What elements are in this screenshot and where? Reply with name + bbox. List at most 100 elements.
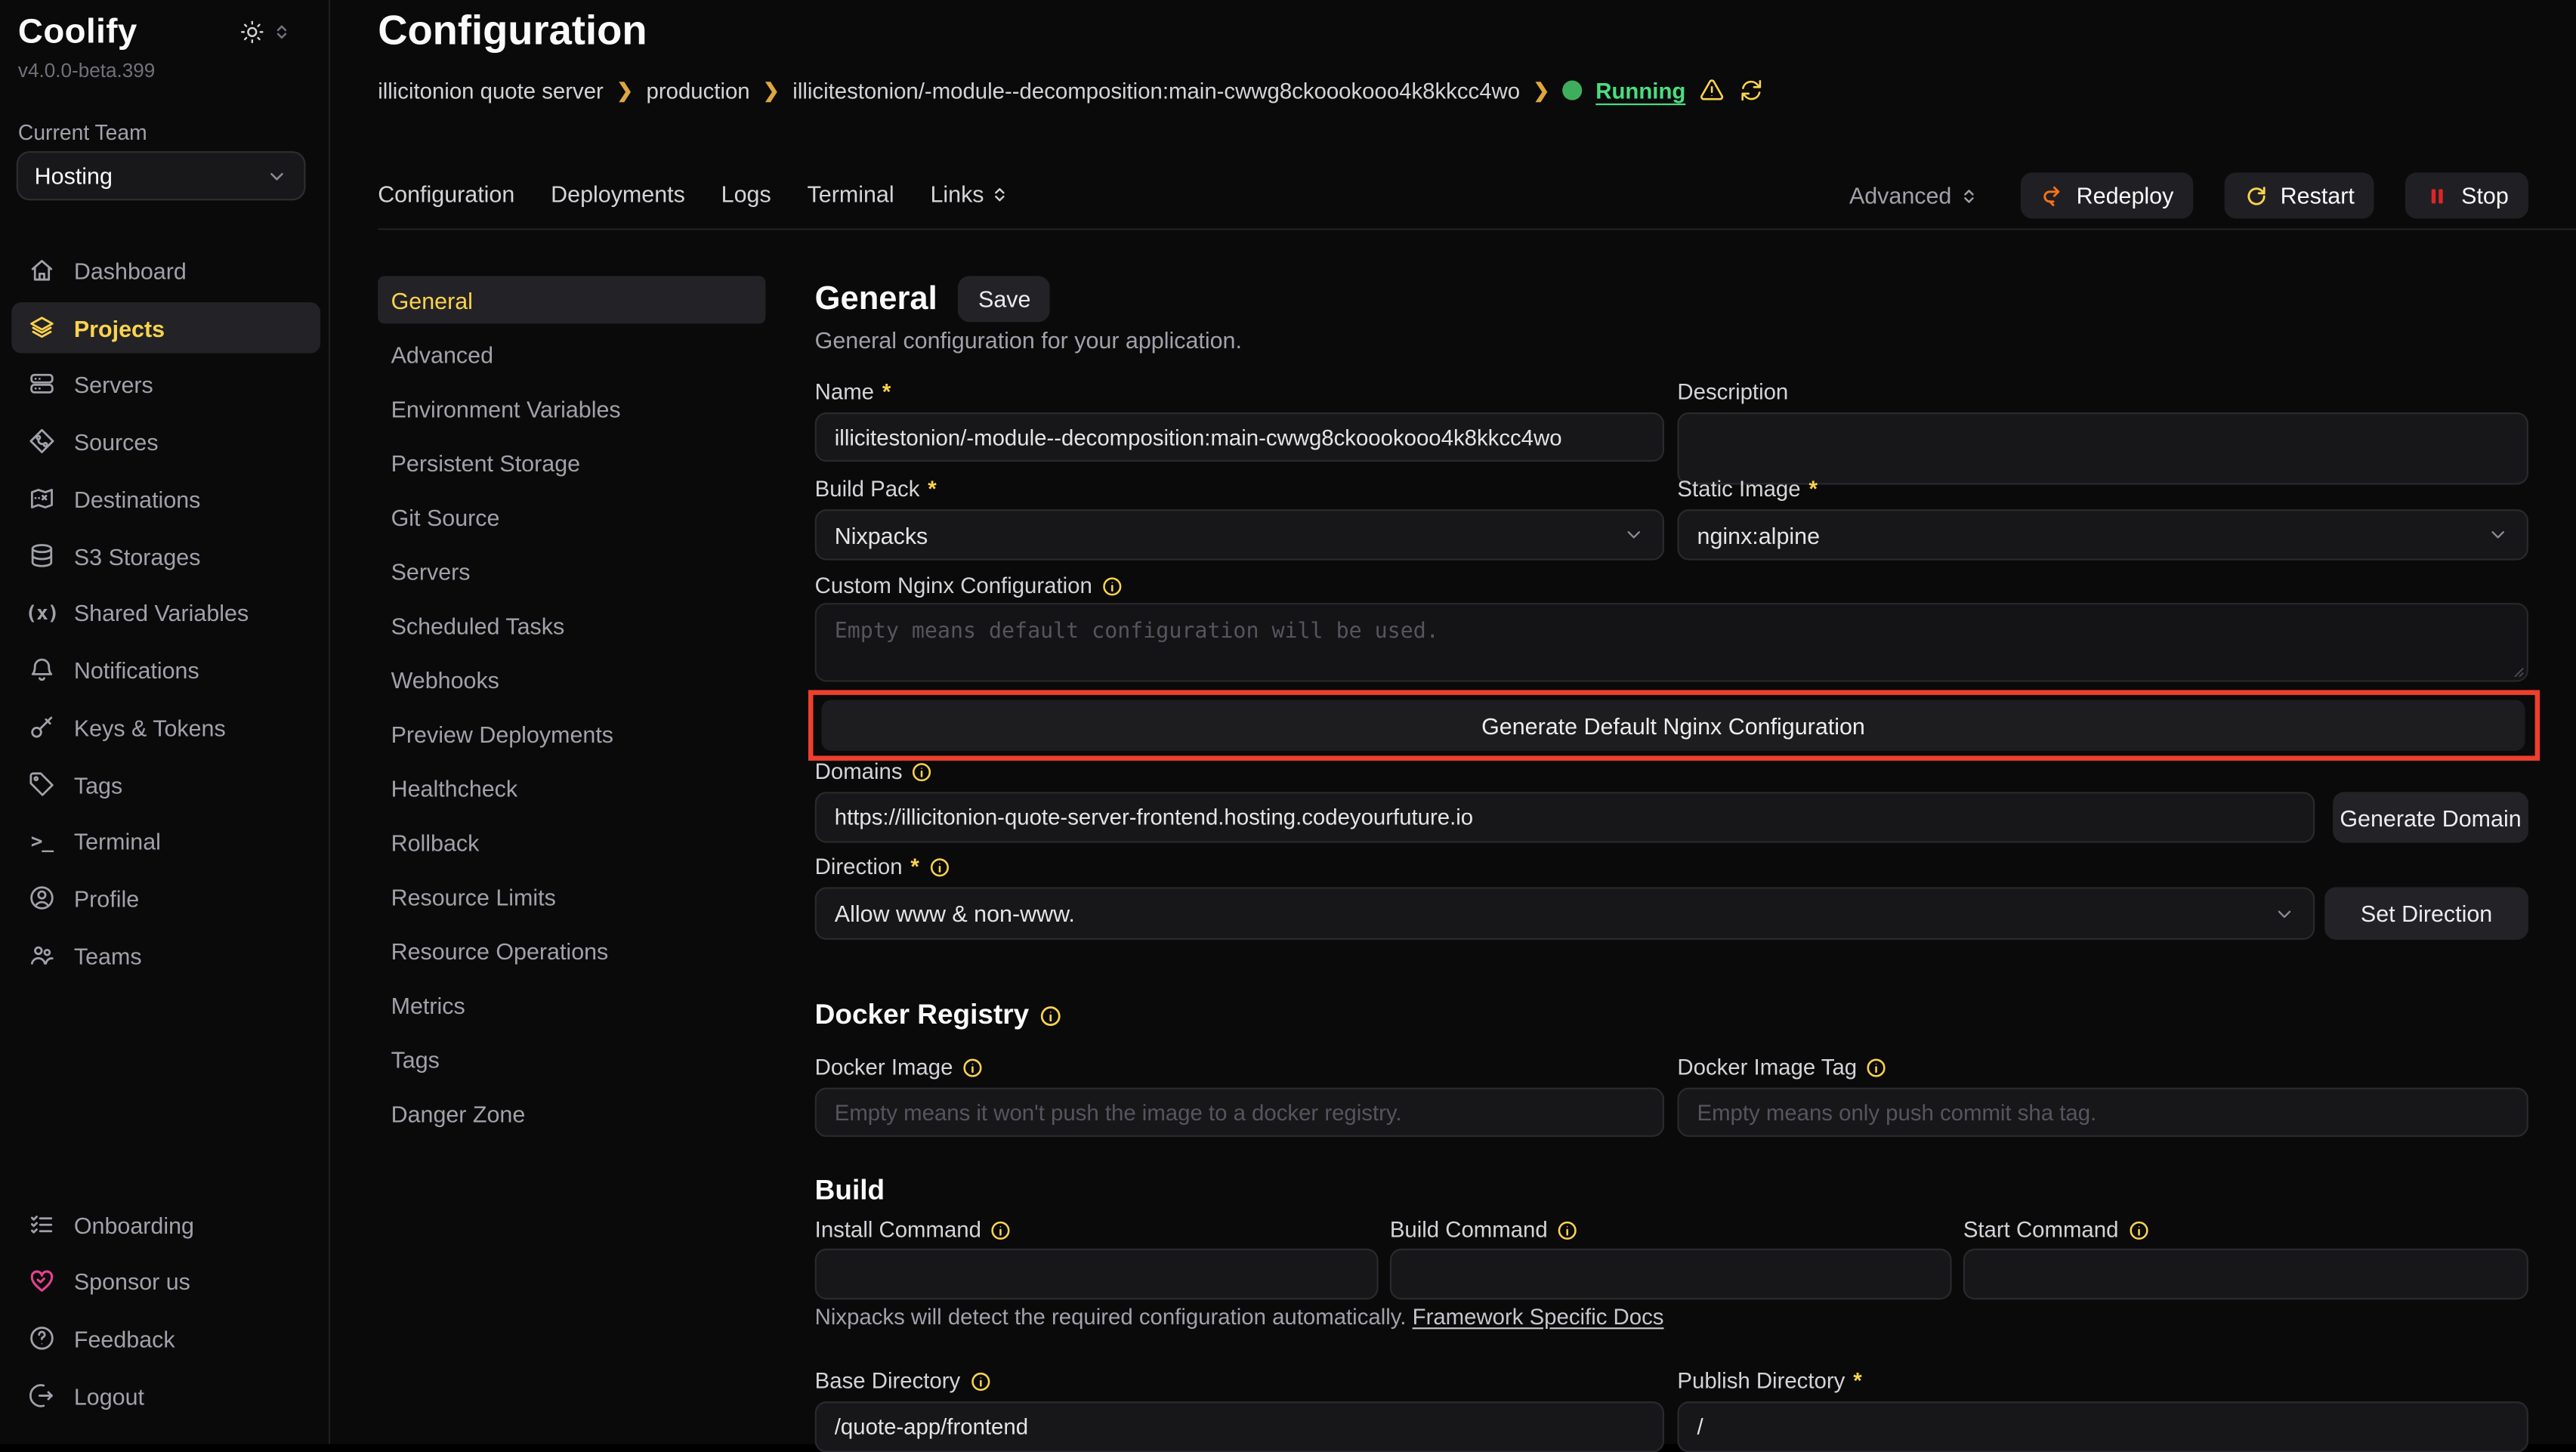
base-directory-input[interactable] [815,1401,1664,1452]
sidebar-item-shared-variables[interactable]: (x) Shared Variables [11,586,320,637]
chevron-updown-icon [1960,187,1978,205]
info-icon[interactable] [1865,1055,1888,1078]
subnav-item-tags[interactable]: Tags [378,1035,765,1083]
resize-handle[interactable] [2507,660,2525,678]
sidebar-item-servers[interactable]: Servers [11,358,320,409]
chevron-down-icon [2488,524,2509,545]
breadcrumb-project[interactable]: illicitonion quote server [378,78,604,103]
brand-logo[interactable]: Coolify [18,13,137,52]
stop-pause-icon [2425,183,2450,208]
sidebar-item-teams[interactable]: Teams [11,930,320,981]
subnav-item-rollback[interactable]: Rollback [378,818,765,866]
subnav-item-resource-limits[interactable]: Resource Limits [378,873,765,920]
docker-image-input[interactable] [815,1088,1664,1137]
sidebar-item-destinations[interactable]: Destinations [11,473,320,524]
chevron-down-icon [2274,903,2295,924]
nginx-config-textarea[interactable] [815,603,2528,681]
status-badge[interactable]: Running [1595,78,1685,103]
info-icon[interactable] [1039,1003,1064,1028]
direction-select[interactable]: Allow www & non-www. [815,887,2315,940]
tab-logs[interactable]: Logs [721,181,771,207]
domains-input[interactable] [815,792,2315,842]
set-direction-button[interactable]: Set Direction [2324,887,2528,940]
sidebar-item-onboarding[interactable]: Onboarding [11,1200,320,1250]
sidebar-item-keys-tokens[interactable]: Keys & Tokens [11,702,320,752]
docker-image-tag-label: Docker Image Tag [1677,1055,1888,1080]
user-circle-icon [28,884,56,912]
subnav-item-git-source[interactable]: Git Source [378,493,765,540]
chevron-right-icon: ❯ [1534,79,1550,101]
warning-icon[interactable] [1699,77,1725,103]
generate-domain-button[interactable]: Generate Domain [2333,792,2528,842]
subnav-item-resource-operations[interactable]: Resource Operations [378,927,765,975]
sidebar-item-sponsor[interactable]: Sponsor us [11,1256,320,1306]
base-directory-label: Base Directory [815,1369,992,1394]
status-dot [1563,81,1583,100]
info-icon[interactable] [968,1370,991,1392]
bell-icon [28,656,56,684]
sidebar-item-profile[interactable]: Profile [11,873,320,923]
static-image-select[interactable]: nginx:alpine [1677,509,2528,560]
name-input[interactable] [815,412,1664,462]
sun-icon[interactable] [240,20,265,45]
info-icon[interactable] [990,1219,1012,1241]
subnav-item-advanced[interactable]: Advanced [378,330,765,378]
sidebar-item-terminal[interactable]: >_ Terminal [11,815,320,866]
tab-deployments[interactable]: Deployments [551,181,685,207]
publish-directory-input[interactable] [1677,1401,2528,1452]
stop-button[interactable]: Stop [2405,172,2528,218]
docker-image-tag-input[interactable] [1677,1088,2528,1137]
tab-terminal[interactable]: Terminal [808,181,894,207]
build-pack-label: Build Pack* [815,477,937,502]
sidebar-item-sources[interactable]: Sources [11,416,320,466]
save-button[interactable]: Save [959,276,1051,322]
info-icon[interactable] [1101,574,1123,597]
sidebar-item-notifications[interactable]: Notifications [11,644,320,694]
start-command-input[interactable] [1963,1249,2528,1299]
breadcrumb-application[interactable]: illicitestonion/-module--decomposition:m… [792,78,1520,103]
info-icon[interactable] [910,760,933,783]
sidebar-item-feedback[interactable]: Feedback [11,1313,320,1364]
info-icon[interactable] [2127,1219,2149,1241]
users-icon [28,941,56,969]
build-pack-select[interactable]: Nixpacks [815,509,1664,560]
theme-chevron-updown-icon[interactable] [273,23,291,41]
redeploy-button[interactable]: Redeploy [2021,172,2194,218]
subnav-item-general[interactable]: General [378,276,765,323]
subnav-item-preview-deployments[interactable]: Preview Deployments [378,709,765,757]
subnav-item-webhooks[interactable]: Webhooks [378,656,765,703]
sidebar-item-s3-storages[interactable]: S3 Storages [11,530,320,581]
top-actions: Advanced Redeploy Restart Stop [1849,172,2528,218]
tab-configuration[interactable]: Configuration [378,181,514,207]
team-select[interactable]: Hosting [17,151,306,200]
subnav-item-servers[interactable]: Servers [378,547,765,595]
generate-nginx-config-button[interactable]: Generate Default Nginx Configuration [821,700,2525,750]
info-icon[interactable] [928,855,950,878]
chevron-down-icon [266,165,287,187]
description-input[interactable] [1677,412,2528,485]
sidebar-item-projects[interactable]: Projects [11,302,320,353]
chevron-updown-icon [990,185,1008,203]
sidebar-item-logout[interactable]: Logout [11,1370,320,1421]
subnav-item-scheduled-tasks[interactable]: Scheduled Tasks [378,601,765,649]
breadcrumb-environment[interactable]: production [647,78,750,103]
subnav-item-danger-zone[interactable]: Danger Zone [378,1089,765,1137]
subnav-item-environment-variables[interactable]: Environment Variables [378,385,765,432]
tab-links[interactable]: Links [930,181,1008,207]
info-icon[interactable] [961,1055,984,1078]
refresh-icon[interactable] [1738,77,1765,103]
advanced-dropdown[interactable]: Advanced [1849,182,1978,209]
subnav-item-healthcheck[interactable]: Healthcheck [378,764,765,811]
sidebar-item-tags[interactable]: Tags [11,759,320,810]
subnav-item-persistent-storage[interactable]: Persistent Storage [378,439,765,487]
framework-docs-link[interactable]: Framework Specific Docs [1413,1305,1664,1330]
restart-button[interactable]: Restart [2225,172,2374,218]
build-command-input[interactable] [1390,1249,1952,1299]
subnav-item-metrics[interactable]: Metrics [378,981,765,1028]
install-command-input[interactable] [815,1249,1379,1299]
install-command-label: Install Command [815,1217,1013,1242]
app-version: v4.0.0-beta.399 [18,59,155,82]
info-icon[interactable] [1556,1219,1579,1241]
sidebar-item-dashboard[interactable]: Dashboard [11,245,320,295]
server-icon [28,369,56,397]
